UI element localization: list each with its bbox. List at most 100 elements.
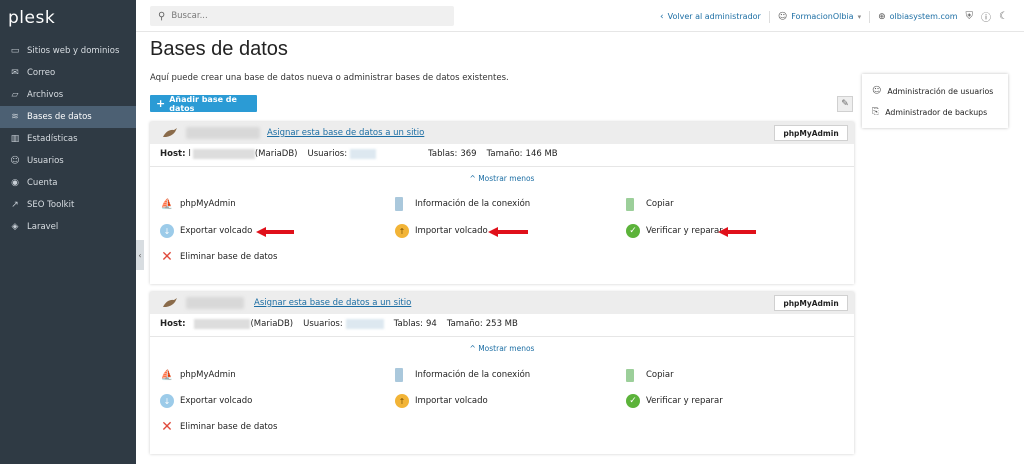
size-value: 253 MB bbox=[485, 319, 518, 329]
add-database-button[interactable]: + Añadir base de datos bbox=[150, 95, 257, 113]
sidebar-item-usuarios[interactable]: ☺ Usuarios bbox=[0, 150, 136, 172]
backup-manager-link[interactable]: ⎘ Administrador de backups bbox=[872, 107, 987, 117]
show-less-toggle[interactable]: ^ Mostrar menos bbox=[150, 174, 854, 183]
database-icon: ≋ bbox=[11, 112, 19, 122]
user-icon: ☺ bbox=[10, 156, 20, 166]
action-label: Copiar bbox=[646, 370, 674, 380]
sidebar-item-label: Cuenta bbox=[27, 178, 58, 188]
users-redacted bbox=[345, 319, 384, 329]
mysql-dolphin-icon bbox=[163, 298, 177, 307]
assign-to-site-link[interactable]: Asignar esta base de datos a un sitio bbox=[267, 128, 424, 138]
host-redacted bbox=[192, 149, 255, 159]
sidebar-item-archivos[interactable]: ▱ Archivos bbox=[0, 84, 136, 106]
action-label: phpMyAdmin bbox=[180, 199, 236, 209]
sidebar-item-laravel[interactable]: ◈ Laravel bbox=[0, 216, 136, 238]
upload-icon: ↑ bbox=[395, 394, 409, 408]
sidebar-item-label: Correo bbox=[27, 68, 56, 78]
laravel-icon: ◈ bbox=[11, 222, 19, 232]
action-label: Exportar volcado bbox=[180, 226, 253, 236]
action-label: Copiar bbox=[646, 199, 674, 209]
backup-manager-label: Administrador de backups bbox=[885, 107, 988, 117]
help-icon[interactable]: ⓘ bbox=[981, 9, 991, 24]
tables-label: Tablas: bbox=[393, 319, 423, 329]
annotation-arrow bbox=[718, 227, 756, 237]
check-icon: ✓ bbox=[626, 394, 640, 408]
chart-icon: ▥ bbox=[10, 134, 20, 144]
tools-button[interactable]: ✎ bbox=[837, 96, 853, 112]
action-label: Importar volcado bbox=[415, 226, 488, 236]
database-card: Asignar esta base de datos a un sitio ph… bbox=[150, 292, 854, 454]
sidebar: plesk ▭ Sitios web y dominios ✉ Correo ▱… bbox=[0, 0, 136, 464]
user-menu[interactable]: ☺ FormacionOlbia ▾ bbox=[778, 12, 861, 22]
action-label: phpMyAdmin bbox=[180, 370, 236, 380]
phpmyadmin-action[interactable]: ⛵ phpMyAdmin bbox=[160, 368, 236, 382]
back-to-admin-label: Volver al administrador bbox=[667, 12, 761, 21]
copy-icon bbox=[626, 197, 640, 211]
upload-icon: ↑ bbox=[395, 224, 409, 238]
shield-icon[interactable]: ⛨ bbox=[966, 11, 974, 22]
mysql-dolphin-icon bbox=[163, 128, 177, 137]
copy-action[interactable]: Copiar bbox=[626, 368, 674, 382]
plesk-logo[interactable]: plesk bbox=[8, 8, 55, 28]
assign-to-site-link[interactable]: Asignar esta base de datos a un sitio bbox=[254, 298, 411, 308]
phpmyadmin-icon: ⛵ bbox=[160, 369, 174, 381]
database-name-redacted bbox=[186, 297, 244, 309]
import-dump-action[interactable]: ↑ Importar volcado bbox=[395, 394, 488, 408]
delete-database-action[interactable]: ✕ Eliminar base de datos bbox=[160, 249, 277, 265]
sidebar-item-label: Sitios web y dominios bbox=[27, 46, 120, 56]
sidebar-item-sitios-web[interactable]: ▭ Sitios web y dominios bbox=[0, 40, 136, 62]
tables-value: 94 bbox=[425, 319, 437, 329]
chevron-left-icon: ‹ bbox=[138, 250, 142, 260]
annotation-arrow bbox=[256, 227, 294, 237]
show-less-toggle[interactable]: ^ Mostrar menos bbox=[150, 344, 854, 353]
phpmyadmin-button[interactable]: phpMyAdmin bbox=[774, 125, 848, 141]
sidebar-item-label: Bases de datos bbox=[27, 112, 92, 122]
database-name-redacted bbox=[186, 127, 260, 139]
connection-info-action[interactable]: Información de la conexión bbox=[395, 197, 530, 211]
action-label: Información de la conexión bbox=[415, 199, 531, 209]
back-to-admin-link[interactable]: ‹ Volver al administrador bbox=[660, 12, 761, 22]
sidebar-item-bases-de-datos[interactable]: ≋ Bases de datos bbox=[0, 106, 136, 128]
phpmyadmin-action[interactable]: ⛵ phpMyAdmin bbox=[160, 197, 236, 211]
export-dump-action[interactable]: ↓ Exportar volcado bbox=[160, 394, 252, 408]
plus-icon: + bbox=[156, 97, 166, 110]
chevron-left-icon: ‹ bbox=[660, 11, 664, 22]
users-label: Usuarios: bbox=[303, 319, 343, 329]
divider bbox=[150, 166, 854, 167]
action-label: Exportar volcado bbox=[180, 396, 253, 406]
database-card: Asignar esta base de datos a un sitio ph… bbox=[150, 122, 854, 284]
divider bbox=[768, 10, 770, 23]
phpmyadmin-button[interactable]: phpMyAdmin bbox=[774, 295, 848, 311]
globe-icon: ⊕ bbox=[878, 11, 886, 22]
sidebar-item-label: Laravel bbox=[27, 222, 59, 232]
check-repair-action[interactable]: ✓ Verificar y reparar bbox=[626, 394, 723, 408]
user-admin-icon: ☺ bbox=[872, 86, 882, 96]
host-value: l bbox=[188, 149, 191, 159]
search-input[interactable]: ⚲ Buscar... bbox=[150, 6, 454, 26]
sidebar-item-correo[interactable]: ✉ Correo bbox=[0, 62, 136, 84]
copy-icon bbox=[626, 368, 640, 382]
action-label: Verificar y reparar bbox=[646, 396, 723, 406]
user-administration-link[interactable]: ☺ Administración de usuarios bbox=[872, 86, 993, 96]
import-dump-action[interactable]: ↑ Importar volcado bbox=[395, 224, 488, 238]
check-icon: ✓ bbox=[626, 224, 640, 238]
moon-icon[interactable]: ☾ bbox=[999, 11, 1008, 22]
engine-value: (MariaDB) bbox=[250, 319, 294, 329]
engine-value: (MariaDB) bbox=[254, 149, 298, 159]
domain-link[interactable]: ⊕ olbiasystem.com bbox=[878, 12, 957, 22]
copy-action[interactable]: Copiar bbox=[626, 197, 674, 211]
export-dump-action[interactable]: ↓ Exportar volcado bbox=[160, 224, 252, 238]
check-repair-action[interactable]: ✓ Verificar y reparar bbox=[626, 224, 723, 238]
sidebar-item-cuenta[interactable]: ◉ Cuenta bbox=[0, 172, 136, 194]
size-value: 146 MB bbox=[525, 149, 558, 159]
delete-database-action[interactable]: ✕ Eliminar base de datos bbox=[160, 419, 277, 435]
connection-info-action[interactable]: Información de la conexión bbox=[395, 368, 530, 382]
sidebar-item-label: Estadísticas bbox=[27, 134, 78, 144]
action-label: Información de la conexión bbox=[415, 370, 531, 380]
phpmyadmin-icon: ⛵ bbox=[160, 198, 174, 210]
delete-icon: ✕ bbox=[161, 419, 173, 435]
sidebar-item-seo-toolkit[interactable]: ↗ SEO Toolkit bbox=[0, 194, 136, 216]
sidebar-item-estadisticas[interactable]: ▥ Estadísticas bbox=[0, 128, 136, 150]
sidebar-collapse-button[interactable]: ‹ bbox=[136, 240, 144, 270]
database-card-header: Asignar esta base de datos a un sitio ph… bbox=[150, 292, 854, 314]
